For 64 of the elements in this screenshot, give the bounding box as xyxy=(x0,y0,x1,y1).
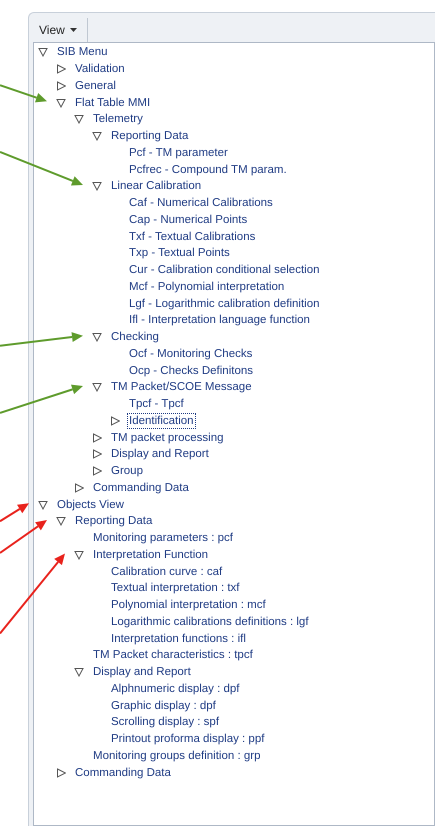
tree-item[interactable]: TM packet processing xyxy=(109,430,226,446)
expanded-triangle-icon[interactable] xyxy=(74,667,84,678)
expanded-triangle-icon[interactable] xyxy=(92,382,102,392)
collapsed-triangle-icon[interactable] xyxy=(56,80,66,91)
tree-item[interactable]: Commanding Data xyxy=(91,480,191,496)
tree-item[interactable]: Linear Calibration xyxy=(109,178,204,194)
tree-item[interactable]: Reporting Data xyxy=(109,128,190,144)
tree-item[interactable]: Group xyxy=(109,463,145,480)
tree-item[interactable]: Cap - Numerical Points xyxy=(127,212,250,228)
tree-item[interactable]: Lgf - Logarithmic calibration definition xyxy=(127,296,322,312)
collapsed-triangle-icon[interactable] xyxy=(110,416,120,426)
tree-item[interactable]: Printout proforma display : ppf xyxy=(109,731,266,748)
expanded-triangle-icon[interactable] xyxy=(38,500,48,510)
expanded-triangle-icon[interactable] xyxy=(38,47,48,58)
tree-item[interactable]: Ifl - Interpretation language function xyxy=(127,312,312,328)
tree-item[interactable]: Checking xyxy=(109,329,161,346)
collapsed-triangle-icon[interactable] xyxy=(74,482,84,493)
caret-icon xyxy=(70,28,77,32)
expanded-triangle-icon[interactable] xyxy=(74,550,84,560)
tree-item[interactable]: Ocf - Monitoring Checks xyxy=(127,346,254,362)
tree-item[interactable]: Logarithmic calibrations definitions : lgf xyxy=(109,614,311,630)
tree-item[interactable]: Display and Report xyxy=(91,664,193,680)
expanded-triangle-icon[interactable] xyxy=(56,98,66,108)
tree-item[interactable]: Validation xyxy=(73,61,127,78)
tree-item[interactable]: Graphic display : dpf xyxy=(109,698,218,714)
tree-item[interactable]: General xyxy=(73,78,118,94)
expanded-triangle-icon[interactable] xyxy=(92,332,102,342)
tree-item[interactable]: Textual interpretation : txf xyxy=(109,580,242,596)
expanded-triangle-icon[interactable] xyxy=(56,516,66,526)
tree-item[interactable]: Cur - Calibration conditional selection xyxy=(127,262,322,278)
tree-item[interactable]: Monitoring groups definition : grp xyxy=(91,748,262,764)
tree-item[interactable]: Scrolling display : spf xyxy=(109,714,222,730)
expanded-triangle-icon[interactable] xyxy=(74,114,84,124)
tree-item[interactable]: TM Packet/SCOE Message xyxy=(109,379,254,396)
tree-item[interactable]: Caf - Numerical Calibrations xyxy=(127,195,275,212)
collapsed-triangle-icon[interactable] xyxy=(92,432,102,443)
tree-item[interactable]: Tpcf - Tpcf xyxy=(127,396,186,412)
tree-item[interactable]: Commanding Data xyxy=(73,764,173,781)
tree-item[interactable]: Objects View xyxy=(55,496,126,513)
tree-item[interactable]: Mcf - Polynomial interpretation xyxy=(127,278,286,295)
tree-item[interactable]: Txf - Textual Calibrations xyxy=(127,228,258,245)
tree-item[interactable]: SIB Menu xyxy=(55,44,110,60)
tree-item[interactable]: Ocp - Checks Definitons xyxy=(127,362,255,379)
collapsed-triangle-icon[interactable] xyxy=(92,449,102,460)
tree-item[interactable]: Identification xyxy=(127,412,196,429)
collapsed-triangle-icon[interactable] xyxy=(56,64,66,74)
tree-item[interactable]: Calibration curve : caf xyxy=(109,564,224,580)
tree-item[interactable]: Interpretation Function xyxy=(91,546,210,563)
tree-item[interactable]: TM Packet characteristics : tpcf xyxy=(91,647,255,664)
tree-item[interactable]: Display and Report xyxy=(109,446,211,462)
expanded-triangle-icon[interactable] xyxy=(92,181,102,192)
tree-item[interactable]: Interpretation functions : ifl xyxy=(109,630,248,647)
expanded-triangle-icon[interactable] xyxy=(92,131,102,142)
collapsed-triangle-icon[interactable] xyxy=(56,768,66,778)
tree-item[interactable]: Pcf - TM parameter xyxy=(127,144,230,161)
collapsed-triangle-icon[interactable] xyxy=(92,466,102,476)
tree-item[interactable]: Monitoring parameters : pcf xyxy=(91,530,235,546)
tree-item[interactable]: Pcfrec - Compound TM param. xyxy=(127,162,289,178)
tree-item[interactable]: Alphnumeric display : dpf xyxy=(109,680,242,697)
tree-item[interactable]: Flat Table MMI xyxy=(73,94,152,111)
tree-item[interactable]: Polynomial interpretation : mcf xyxy=(109,597,268,614)
tree-item[interactable]: Telemetry xyxy=(91,111,145,128)
tree-item[interactable]: Reporting Data xyxy=(73,513,154,530)
tree-item[interactable]: Txp - Textual Points xyxy=(127,245,232,262)
